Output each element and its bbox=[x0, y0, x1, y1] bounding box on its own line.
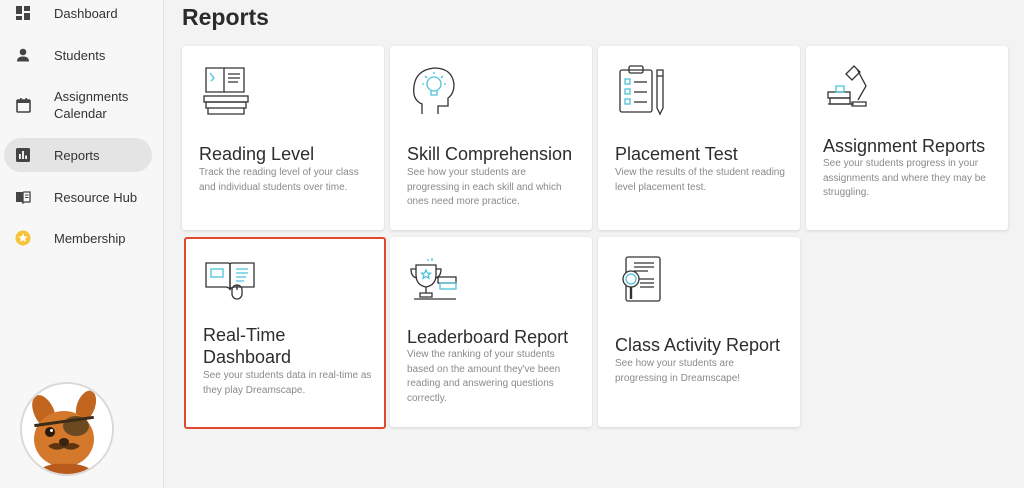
card-description: See your students progress in your assig… bbox=[823, 158, 986, 198]
report-card-placement-test[interactable]: Placement Test View the results of the s… bbox=[598, 46, 800, 230]
card-description: See how your students are progressing in… bbox=[615, 358, 741, 384]
person-icon bbox=[14, 46, 32, 64]
sidebar-item-membership[interactable]: Membership bbox=[4, 221, 152, 255]
sidebar-item-label: Assignments Calendar bbox=[54, 89, 129, 121]
card-title: Reading Level bbox=[199, 144, 315, 164]
report-card-leaderboard-report[interactable]: Leaderboard Report View the ranking of y… bbox=[390, 237, 592, 427]
calendar-icon bbox=[14, 96, 32, 114]
report-card-class-activity-report[interactable]: Class Activity Report See how your stude… bbox=[598, 237, 800, 427]
book-icon bbox=[14, 188, 32, 206]
report-card-real-time-dashboard[interactable]: Real-Time Dashboard See your students da… bbox=[184, 237, 386, 429]
sidebar-item-label: Dashboard bbox=[54, 5, 118, 21]
report-card-assignment-reports[interactable]: Assignment Reports See your students pro… bbox=[806, 46, 1008, 230]
card-title: Class Activity Report bbox=[615, 335, 781, 355]
sidebar-item-dashboard[interactable]: Dashboard bbox=[4, 0, 152, 30]
page-title: Reports bbox=[182, 4, 269, 30]
clipboard-pencil-icon bbox=[616, 64, 668, 116]
report-card-skill-comprehension[interactable]: Skill Comprehension See how your student… bbox=[390, 46, 592, 230]
head-lightbulb-icon bbox=[408, 64, 460, 116]
trophy-icon bbox=[408, 255, 460, 307]
sidebar-item-label: Membership bbox=[54, 230, 126, 246]
card-description: Track the reading level of your class an… bbox=[199, 167, 359, 193]
card-description: View the results of the student reading … bbox=[615, 167, 785, 193]
sidebar-item-assignments-calendar[interactable]: Assignments Calendar bbox=[4, 87, 152, 123]
sidebar-item-label: Reports bbox=[54, 147, 100, 163]
card-title: Skill Comprehension bbox=[407, 144, 573, 164]
sidebar: Dashboard Students Assignments Calendar … bbox=[0, 0, 164, 488]
sidebar-item-label: Students bbox=[54, 47, 106, 63]
card-description: View the ranking of your students based … bbox=[407, 349, 561, 404]
sidebar-item-resource-hub[interactable]: Resource Hub bbox=[4, 180, 152, 214]
card-title: Assignment Reports bbox=[823, 136, 986, 156]
desk-lamp-icon bbox=[824, 62, 876, 114]
character-avatar-icon[interactable] bbox=[20, 382, 114, 476]
card-description: See how your students are progressing in… bbox=[407, 167, 562, 207]
sidebar-item-students[interactable]: Students bbox=[4, 38, 152, 72]
bar-chart-icon bbox=[14, 146, 32, 164]
dashboard-icon bbox=[14, 4, 32, 22]
card-description: See your students data in real-time as t… bbox=[203, 370, 372, 396]
open-book-mouse-icon bbox=[204, 255, 256, 307]
books-icon bbox=[200, 64, 252, 116]
card-title: Placement Test bbox=[615, 144, 738, 164]
report-card-reading-level[interactable]: Reading Level Track the reading level of… bbox=[182, 46, 384, 230]
sidebar-item-reports[interactable]: Reports bbox=[4, 138, 152, 172]
sidebar-item-label: Resource Hub bbox=[54, 189, 138, 205]
card-title: Leaderboard Report bbox=[407, 327, 569, 347]
star-icon bbox=[14, 229, 32, 247]
card-title: Real-Time Dashboard bbox=[203, 325, 292, 367]
tablet-magnifier-icon bbox=[616, 253, 668, 305]
